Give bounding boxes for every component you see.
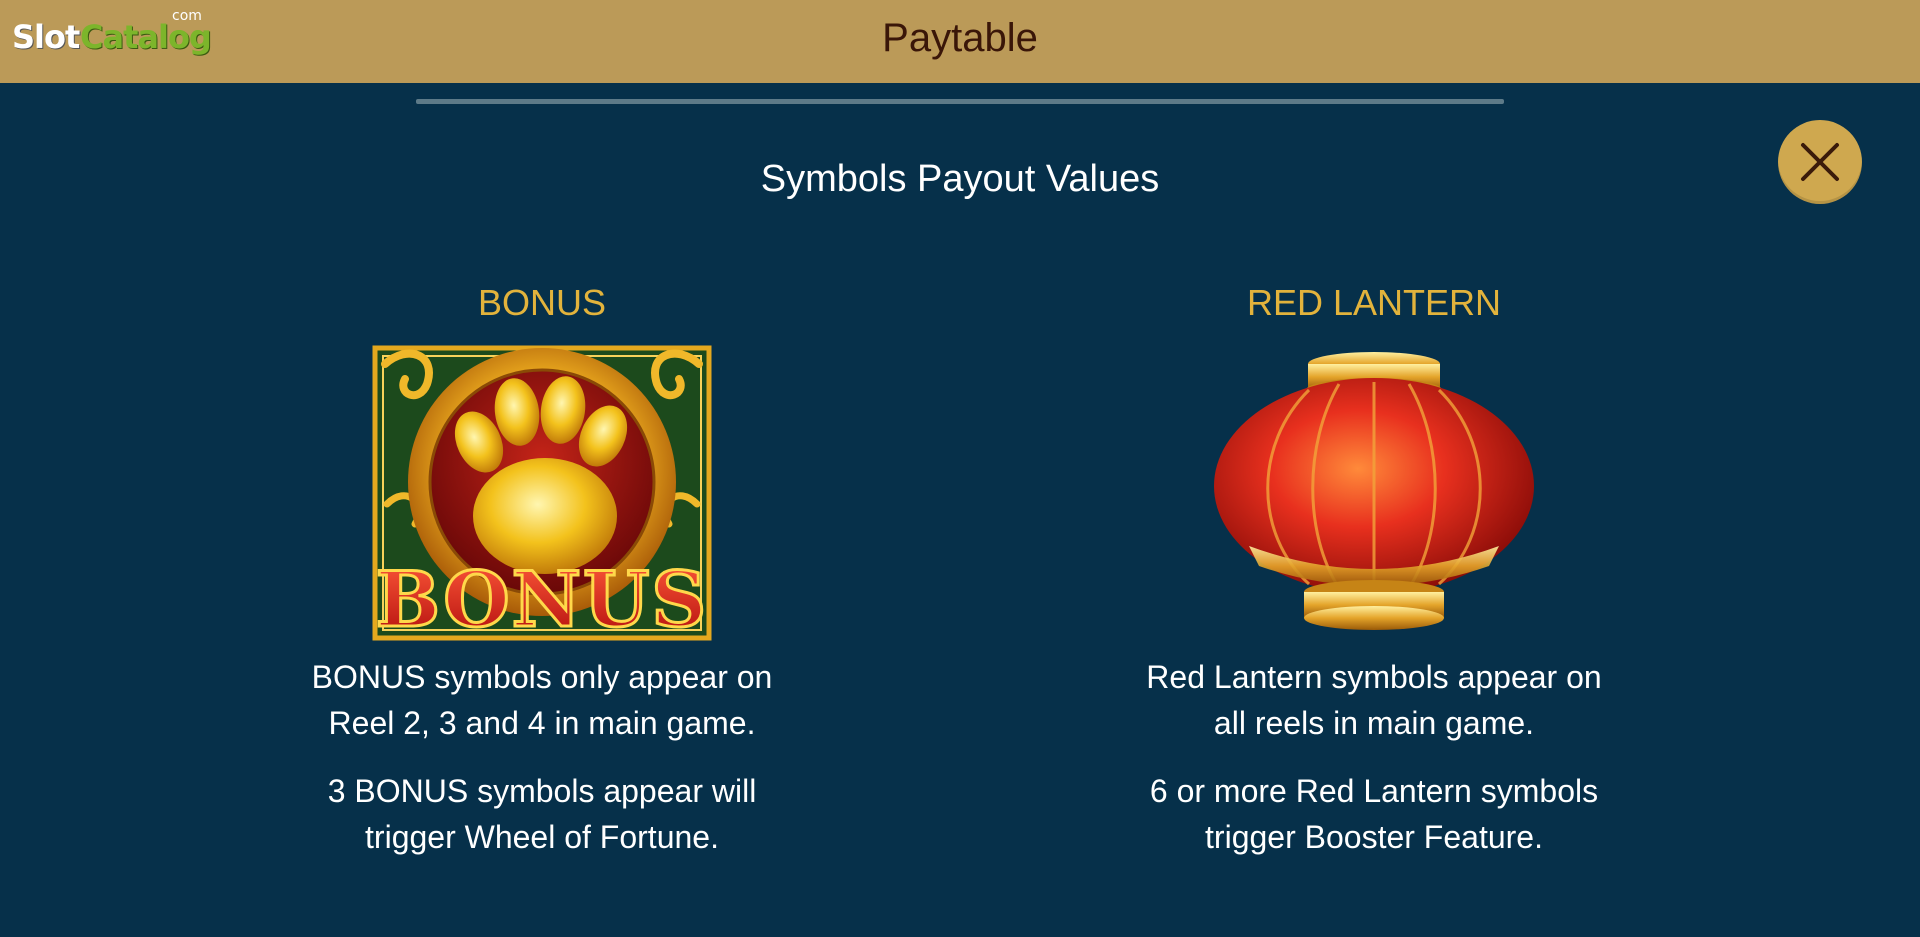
symbol-description: 6 or more Red Lantern symbols trigger Bo…	[1149, 773, 1599, 855]
bonus-art-text: BONUS	[376, 555, 708, 644]
header-bar: Slot Catalog com Paytable	[0, 0, 1920, 83]
symbol-description: 3 BONUS symbols appear will trigger Whee…	[327, 773, 757, 855]
symbol-name: BONUS	[477, 282, 607, 323]
red-lantern-icon	[1214, 352, 1534, 630]
symbol-description: Red Lantern symbols appear on all reels …	[1146, 659, 1602, 741]
section-title: Symbols Payout Values	[760, 158, 1160, 200]
bonus-paw-icon: BONUS	[372, 345, 712, 646]
header-divider	[416, 99, 1504, 104]
symbol-card-red-lantern: RED LANTERN Red Lantern symbols appear o…	[1094, 280, 1654, 860]
symbol-description: BONUS symbols only appear on Reel 2, 3 a…	[311, 659, 773, 741]
symbol-name: RED LANTERN	[1246, 282, 1502, 323]
page-title: Paytable	[882, 16, 1038, 60]
symbol-card-bonus: BONUS BONUS BONUS symbols only appear on…	[262, 280, 822, 860]
